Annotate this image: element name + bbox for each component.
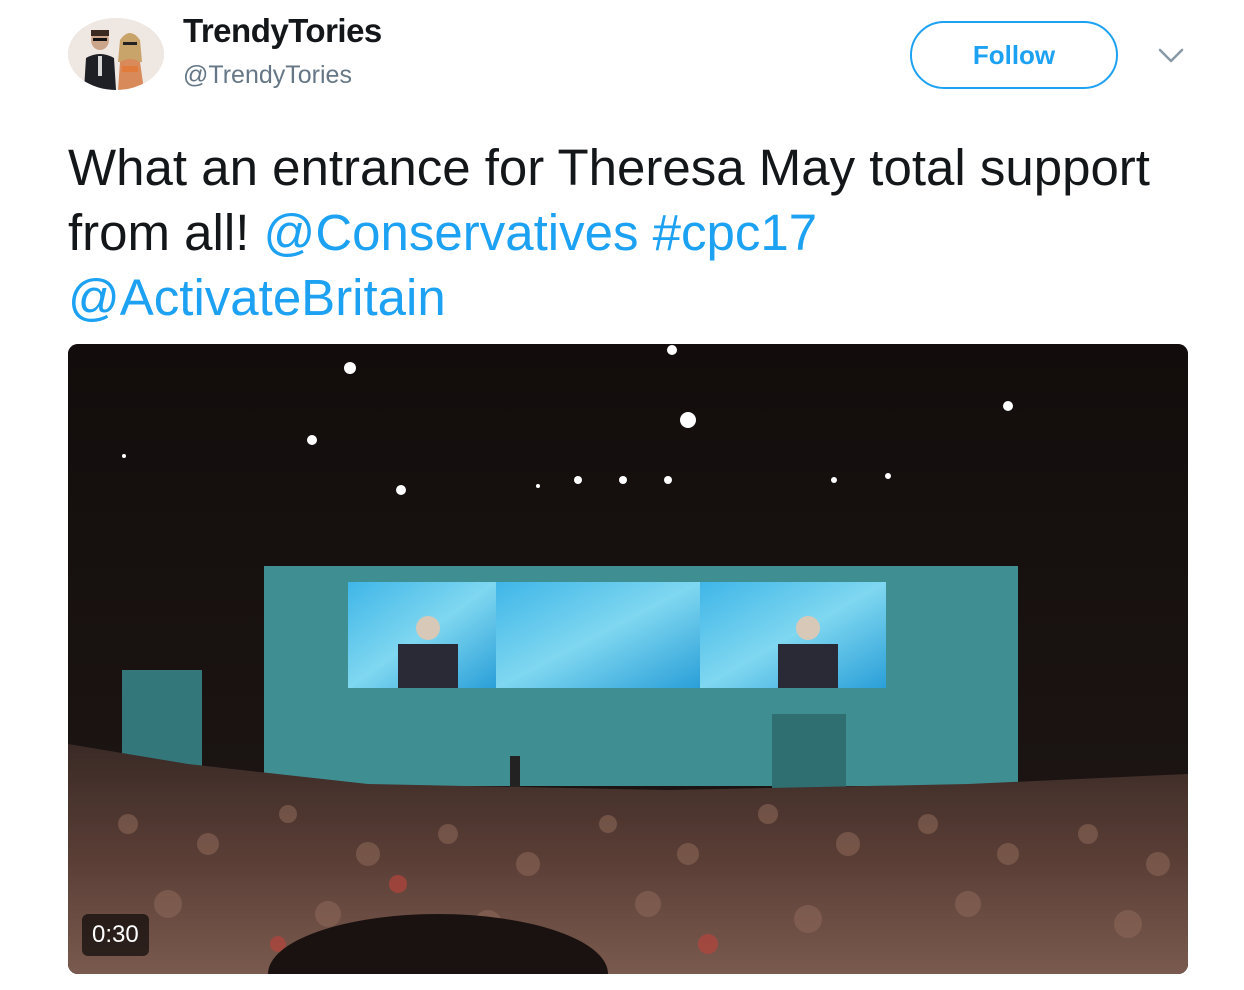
video-player[interactable]: 0:30 (68, 344, 1188, 974)
hashtag-link[interactable]: #cpc17 (653, 204, 817, 261)
tweet-text: What an entrance for Theresa May total s… (68, 135, 1188, 330)
video-thumbnail (68, 344, 1188, 974)
chevron-down-icon[interactable] (1156, 44, 1186, 68)
mention-link-activatebritain[interactable]: @ActivateBritain (68, 269, 446, 326)
user-handle[interactable]: @TrendyTories (183, 61, 352, 90)
mention-link-conservatives[interactable]: @Conservatives (264, 204, 639, 261)
display-name[interactable]: TrendyTories (183, 12, 382, 50)
avatar[interactable] (68, 18, 164, 90)
tweet-card: TrendyTories @TrendyTories Follow What a… (0, 0, 1244, 990)
follow-button[interactable]: Follow (910, 21, 1118, 89)
video-duration-badge: 0:30 (82, 914, 149, 956)
